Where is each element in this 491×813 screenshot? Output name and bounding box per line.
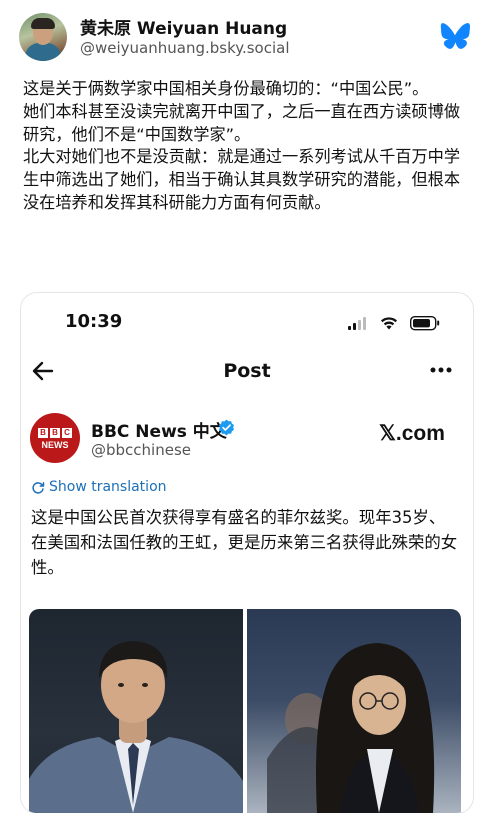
- butterfly-icon[interactable]: [440, 23, 470, 49]
- embedded-screenshot[interactable]: 10:39 Post B B C NEWS BBC News 中文 @bbcch…: [21, 293, 473, 813]
- nav-title: Post: [223, 360, 271, 382]
- photo-man-illustration: [29, 641, 243, 813]
- wifi-icon: [381, 317, 397, 330]
- logo-letter: C: [62, 428, 72, 438]
- more-icon[interactable]: [430, 367, 452, 373]
- photo-man[interactable]: [29, 609, 243, 813]
- signal-icon: [348, 317, 366, 330]
- translate-icon[interactable]: [31, 481, 45, 495]
- author-avatar[interactable]: [19, 13, 67, 61]
- photo-woman[interactable]: [247, 609, 461, 813]
- photo-woman-illustration: [267, 643, 435, 813]
- author-handle[interactable]: @weiyuanhuang.bsky.social: [80, 39, 290, 57]
- verified-badge-icon: [219, 419, 234, 436]
- logo-letter: B: [38, 428, 48, 438]
- status-icons: [348, 315, 440, 331]
- post-body: 这是关于俩数学家中国相关身份最确切的：“中国公民”。 她们本科甚至没读完就离开中…: [23, 78, 473, 215]
- site-watermark: 𝕏.com: [379, 422, 445, 445]
- battery-icon: [409, 315, 440, 331]
- post-paragraph: 这是关于俩数学家中国相关身份最确切的：“中国公民”。: [23, 79, 429, 98]
- status-time: 10:39: [65, 311, 123, 332]
- avatar-hair: [31, 18, 55, 29]
- account-name[interactable]: BBC News 中文: [91, 417, 227, 442]
- logo-letter: B: [50, 428, 60, 438]
- post-paragraph: 北大对她们也不是没贡献：就是通过一系列考试从千百万中学生中筛选出了她们，相当于确…: [23, 147, 461, 212]
- account-handle[interactable]: @bbcchinese: [91, 441, 191, 459]
- tweet-text: 这是中国公民首次获得享有盛名的菲尔兹奖。现年35岁、在美国和法国任教的王虹，更是…: [31, 508, 458, 577]
- logo-blocks: B B C: [38, 428, 72, 438]
- avatar-shirt: [25, 43, 61, 61]
- author-name[interactable]: 黄未原 Weiyuan Huang: [80, 14, 287, 39]
- bbc-news-logo[interactable]: B B C NEWS: [30, 413, 80, 463]
- post-paragraph: 她们本科甚至没读完就离开中国了，之后一直在西方读硕博做研究，他们不是“中国数学家…: [23, 101, 461, 144]
- show-translation-link[interactable]: Show translation: [49, 479, 167, 495]
- logo-word: NEWS: [41, 440, 69, 450]
